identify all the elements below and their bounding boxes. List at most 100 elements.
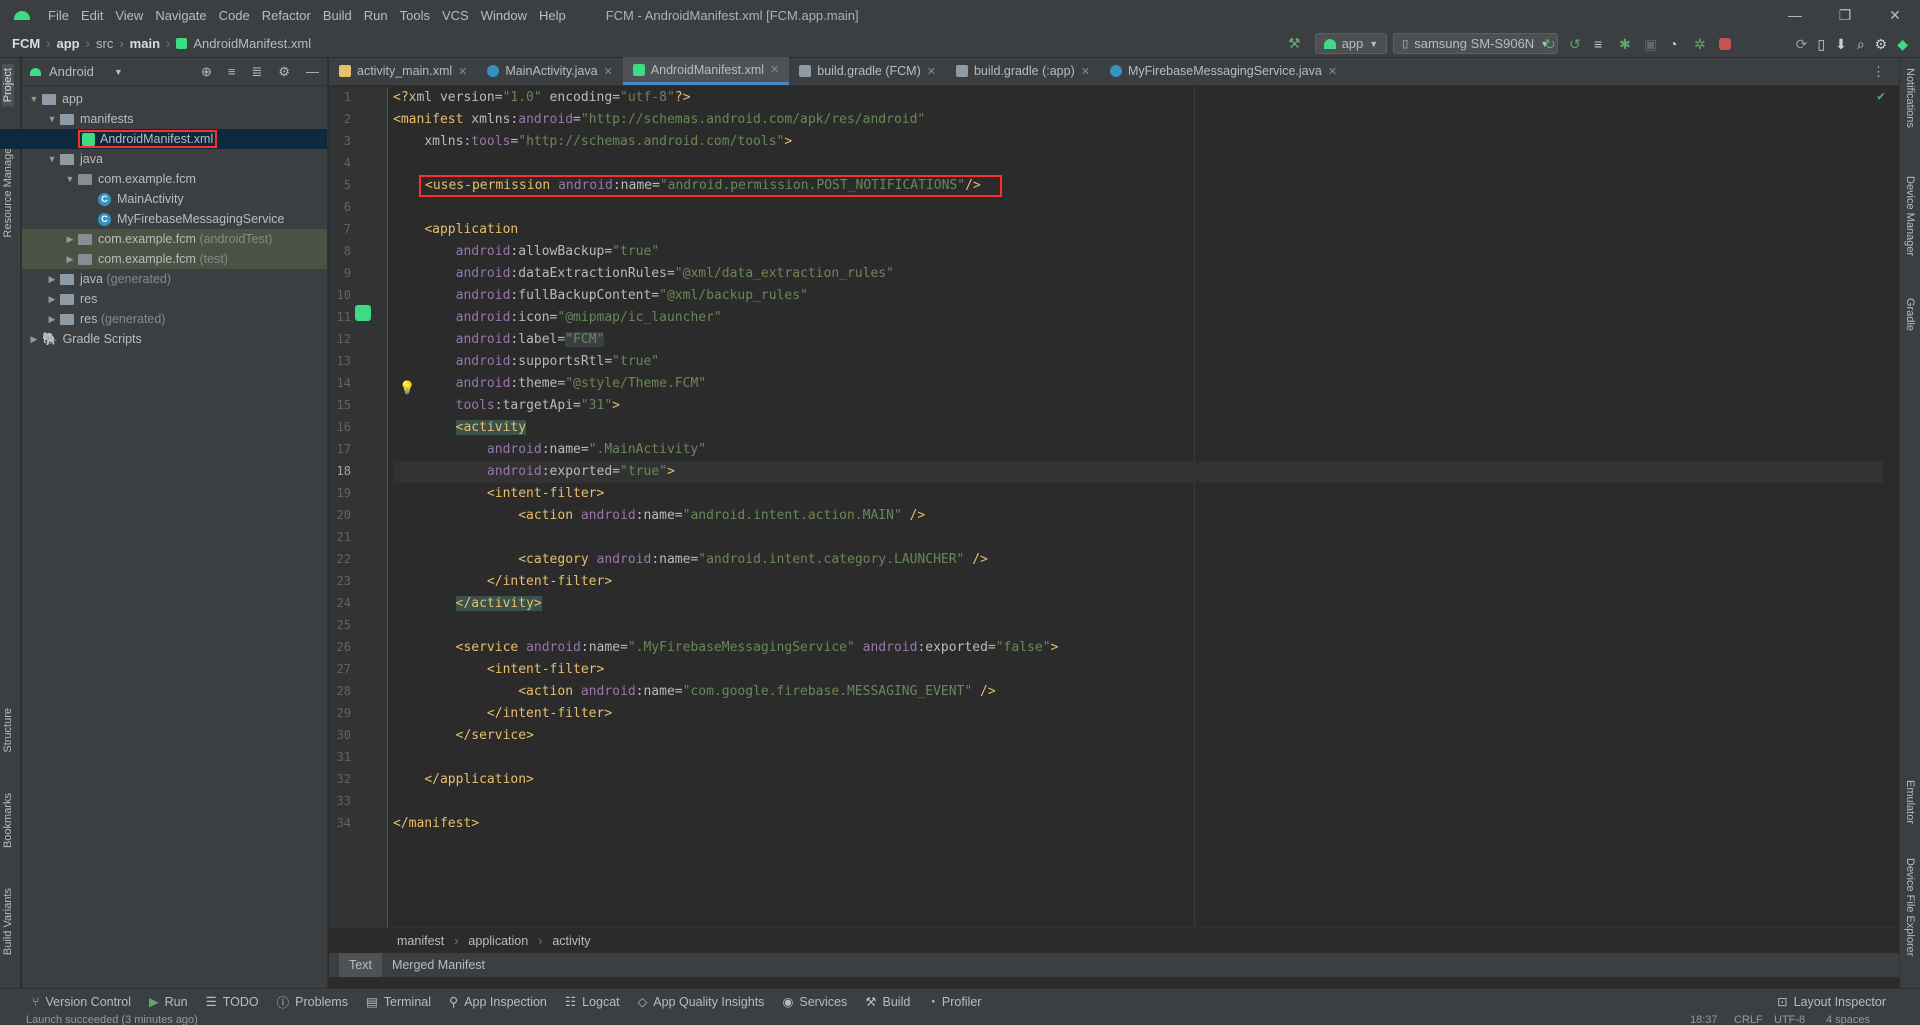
emulator-tool-tab[interactable]: Emulator [1904,780,1916,824]
tree-item-package-androidtest[interactable]: ▶ com.example.fcm (androidTest) [22,229,327,249]
logcat-tool[interactable]: ☷ Logcat [565,994,620,1010]
menu-window[interactable]: Window [475,8,533,23]
crumb-manifest[interactable]: manifest [397,934,444,948]
locate-icon[interactable]: ⊕ [201,64,212,80]
menu-refactor[interactable]: Refactor [256,8,317,23]
options-gear-icon[interactable]: ⚙ [278,64,290,80]
profile-icon[interactable]: ◔ [1669,36,1685,52]
menu-view[interactable]: View [109,8,149,23]
tree-item-java-generated[interactable]: ▶ java (generated) [22,269,327,289]
tab-activity-main[interactable]: activity_main.xml ✕ [329,57,477,85]
resource-manager-tool-tab[interactable]: Resource Manager [2,144,14,238]
expand-all-icon[interactable]: ≡ [228,64,236,80]
settings-gear-icon[interactable]: ⚙ [1875,36,1888,53]
rerun-icon[interactable]: ↻ [1544,36,1560,52]
menu-run[interactable]: Run [358,8,394,23]
close-tab-icon[interactable]: ✕ [1328,65,1337,78]
version-control-tool[interactable]: ⑂ Version Control [32,995,131,1009]
menu-edit[interactable]: Edit [75,8,109,23]
chevron-down-icon[interactable]: ▼ [114,67,123,77]
close-button[interactable]: ✕ [1870,0,1920,30]
menu-navigate[interactable]: Navigate [149,8,212,23]
line-separator[interactable]: CRLF [1734,1014,1763,1025]
tree-item-res-generated[interactable]: ▶ res (generated) [22,309,327,329]
caret-position[interactable]: 18:37 [1690,1014,1718,1025]
debug-icon[interactable]: ✱ [1619,36,1635,52]
tree-item-java[interactable]: ▼ java [22,149,327,169]
build-variants-tool-tab[interactable]: Build Variants [2,888,14,955]
project-view-select[interactable]: Android [49,64,94,79]
attach-debugger-icon[interactable]: ✲ [1694,36,1710,52]
problems-tool[interactable]: ⓘ Problems [277,992,348,1011]
profiler-tool[interactable]: ◔ Profiler [928,995,981,1009]
breadcrumb-file[interactable]: AndroidManifest.xml [193,36,311,51]
list-icon[interactable]: ≡ [1594,36,1610,52]
breadcrumb-module[interactable]: app [57,36,80,51]
layout-inspector-tool[interactable]: ⊡ Layout Inspector [1777,994,1886,1010]
menu-build[interactable]: Build [317,8,358,23]
tree-item-manifests[interactable]: ▼ manifests [22,109,327,129]
subtab-text[interactable]: Text [339,953,382,977]
tree-item-messagingservice[interactable]: C MyFirebaseMessagingService [22,209,327,229]
android-run-gutter-icon[interactable] [355,305,371,321]
tab-androidmanifest[interactable]: AndroidManifest.xml ✕ [622,57,790,85]
more-tabs-icon[interactable]: ⋮ [1872,64,1885,80]
structure-tool-tab[interactable]: Structure [2,708,14,753]
tab-build-gradle-fcm[interactable]: build.gradle (FCM) ✕ [789,57,946,85]
app-inspection-tool[interactable]: ⚲ App Inspection [449,994,547,1010]
tree-item-gradle-scripts[interactable]: ▶ 🐘 Gradle Scripts [22,329,327,349]
apply-changes-icon[interactable]: ↺ [1569,36,1585,52]
todo-tool[interactable]: ☰ TODO [206,994,259,1010]
minimize-button[interactable]: — [1770,0,1820,30]
tree-item-package-main[interactable]: ▼ com.example.fcm [22,169,327,189]
bookmarks-tool-tab[interactable]: Bookmarks [2,793,14,848]
tab-build-gradle-app[interactable]: build.gradle (:app) ✕ [946,57,1100,85]
tree-item-mainactivity[interactable]: C MainActivity [22,189,327,209]
indent-setting[interactable]: 4 spaces [1826,1014,1870,1025]
close-tab-icon[interactable]: ✕ [1081,65,1090,78]
sdk-manager-icon[interactable]: ⬇ [1835,36,1847,53]
tab-messagingservice[interactable]: MyFirebaseMessagingService.java ✕ [1100,57,1347,85]
run-tool[interactable]: ▶ Run [149,994,188,1010]
gradle-tool-tab[interactable]: Gradle [1904,298,1916,331]
sync-gradle-icon[interactable]: ⟳ [1796,36,1808,53]
menu-code[interactable]: Code [213,8,256,23]
close-tab-icon[interactable]: ✕ [604,65,613,78]
menu-help[interactable]: Help [533,8,572,23]
tree-item-package-test[interactable]: ▶ com.example.fcm (test) [22,249,327,269]
tree-item-androidmanifest[interactable]: AndroidManifest.xml [0,129,327,149]
notifications-tool-tab[interactable]: Notifications [1904,68,1916,128]
tab-mainactivity[interactable]: MainActivity.java ✕ [477,57,622,85]
subtab-merged-manifest[interactable]: Merged Manifest [382,953,495,977]
device-manager-icon[interactable]: ▯ [1817,36,1825,53]
stop-icon[interactable] [1719,38,1731,50]
hammer-icon[interactable]: ⚒ [1288,35,1301,52]
coverage-icon[interactable]: ▣ [1644,36,1660,52]
services-tool[interactable]: ◉ Services [782,994,847,1010]
crumb-application[interactable]: application [468,934,528,948]
terminal-tool[interactable]: ▤ Terminal [366,994,431,1010]
tree-item-res[interactable]: ▶ res [22,289,327,309]
breadcrumb-project[interactable]: FCM [12,36,40,51]
menu-file[interactable]: File [42,8,75,23]
code-editor[interactable]: 1 2 3 4 5 6 7 8 9 10 11 12 13 14 15 16 17 18 19 20 21 22 23 24 2… [329,87,1899,927]
maximize-button[interactable]: ❐ [1820,0,1870,30]
file-encoding[interactable]: UTF-8 [1774,1014,1805,1025]
app-quality-insights-tool[interactable]: ◇ App Quality Insights [638,994,765,1010]
collapse-all-icon[interactable]: ≣ [251,64,262,80]
search-everywhere-icon[interactable]: ⌕ [1857,36,1865,53]
menu-tools[interactable]: Tools [394,8,436,23]
tree-item-app[interactable]: ▼ app [22,89,327,109]
android-studio-icon[interactable]: ◆ [1897,36,1908,53]
close-tab-icon[interactable]: ✕ [770,63,779,76]
crumb-activity[interactable]: activity [552,934,590,948]
run-config-select[interactable]: app ▼ [1314,33,1388,54]
device-select[interactable]: ▯ samsung SM-S906N ▼ [1393,33,1559,54]
breadcrumb-main[interactable]: main [130,36,160,51]
device-manager-tool-tab[interactable]: Device Manager [1904,176,1916,256]
device-file-explorer-tool-tab[interactable]: Device File Explorer [1904,858,1916,956]
menu-vcs[interactable]: VCS [436,8,475,23]
breadcrumb-src[interactable]: src [96,36,113,51]
build-tool[interactable]: ⚒ Build [865,994,910,1010]
close-tab-icon[interactable]: ✕ [927,65,936,78]
